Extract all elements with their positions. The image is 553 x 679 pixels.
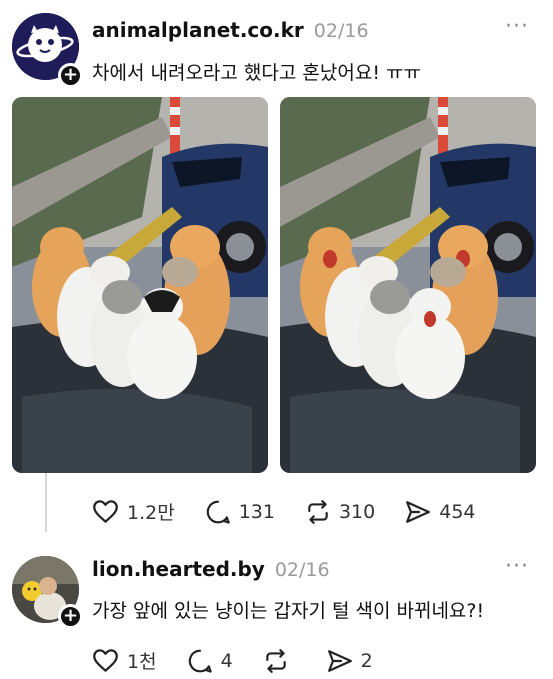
plus-icon: +: [62, 605, 79, 626]
heart-icon: [93, 649, 118, 672]
like-button[interactable]: 1.2만: [92, 498, 175, 525]
username[interactable]: lion.hearted.by: [92, 557, 265, 581]
post-image[interactable]: [12, 97, 268, 473]
share-icon: [406, 500, 431, 523]
username[interactable]: animalplanet.co.kr: [92, 18, 304, 42]
reply-count: 131: [238, 500, 275, 523]
more-icon[interactable]: ···: [505, 14, 529, 39]
reply-count: 4: [220, 649, 233, 672]
timestamp: 02/16: [274, 559, 330, 581]
post-text: 가장 앞에 있는 냥이는 갑자기 털 색이 바뀌네요?!: [92, 600, 485, 622]
share-button[interactable]: 454: [405, 500, 476, 524]
share-button[interactable]: 2: [327, 649, 373, 673]
follow-button[interactable]: +: [58, 604, 83, 629]
reply-button[interactable]: 131: [205, 499, 275, 525]
comment-icon: [188, 649, 212, 673]
plus-icon: +: [62, 64, 79, 85]
post-image[interactable]: [280, 97, 536, 473]
heart-icon: [93, 500, 118, 523]
share-icon: [327, 649, 352, 672]
reply-button[interactable]: 4: [187, 648, 233, 674]
share-count: 454: [439, 500, 476, 523]
timestamp: 02/16: [313, 20, 369, 42]
more-icon[interactable]: ···: [505, 554, 529, 579]
thread-post: + lion.hearted.by 02/16 ··· 가장 앞에 있는 냥이는…: [0, 540, 553, 679]
repost-icon: [308, 499, 328, 524]
action-bar: 1천 4 2: [92, 647, 403, 674]
repost-count: 310: [338, 500, 376, 523]
post-header: lion.hearted.by 02/16: [92, 557, 330, 581]
post-text: 차에서 내려오라고 했다고 혼났어요! ㅠㅠ: [92, 62, 421, 84]
thread-post: + animalplanet.co.kr 02/16 ··· 차에서 내려오라고…: [0, 0, 553, 540]
action-bar: 1.2만 131 310 454: [92, 498, 506, 525]
repost-icon: [265, 648, 286, 673]
share-count: 2: [360, 649, 373, 672]
repost-button[interactable]: [263, 648, 297, 674]
repost-button[interactable]: 310: [305, 499, 375, 525]
like-count: 1천: [127, 651, 157, 673]
like-count: 1.2만: [127, 502, 175, 524]
comment-icon: [206, 500, 230, 524]
post-header: animalplanet.co.kr 02/16: [92, 18, 369, 42]
follow-button[interactable]: +: [58, 63, 83, 88]
like-button[interactable]: 1천: [92, 647, 157, 674]
